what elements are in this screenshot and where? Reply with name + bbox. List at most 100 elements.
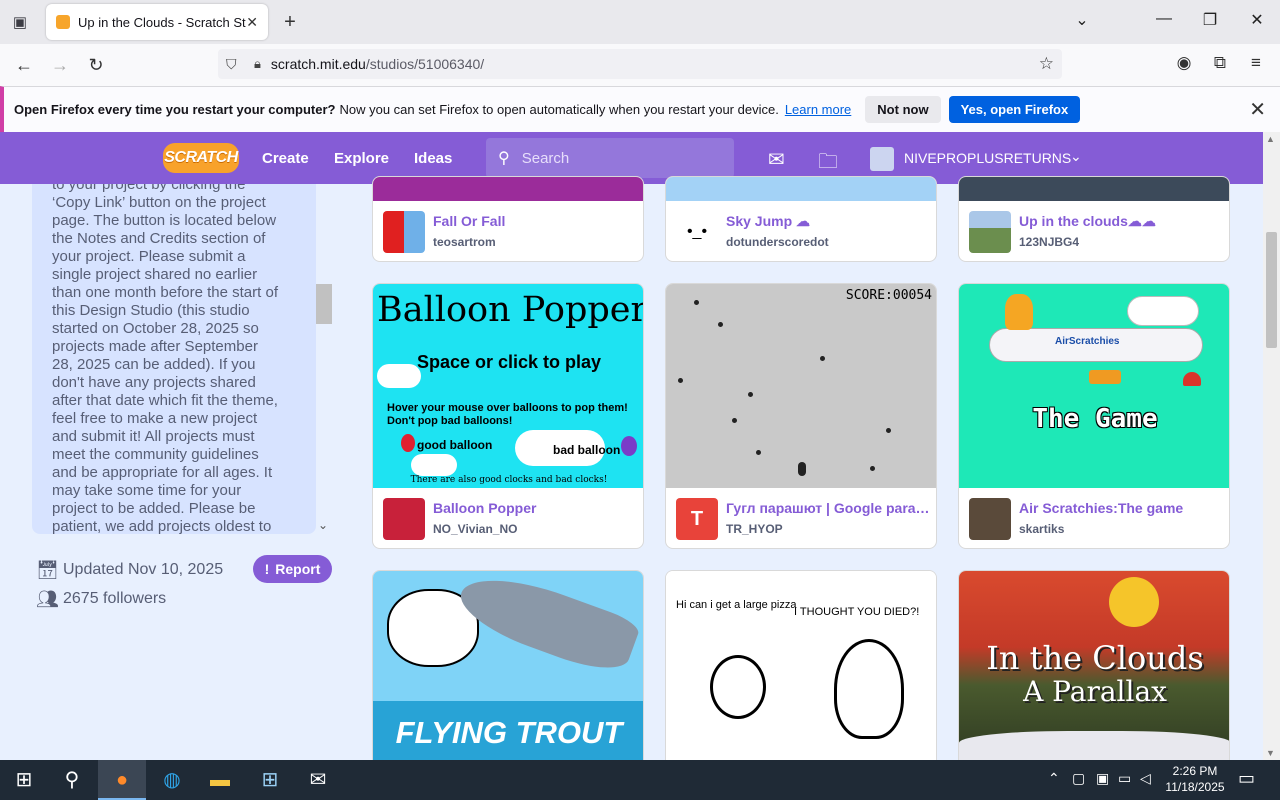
project-author[interactable]: 123NJBG4 xyxy=(1019,235,1079,249)
url-bar[interactable]: ⛉ 🔒︎ scratch.mit.edu/studios/51006340/ ☆ xyxy=(218,49,1062,79)
forward-icon[interactable]: → xyxy=(48,53,72,77)
username[interactable]: NIVEPROPLUSRETURNS xyxy=(904,150,1071,166)
tab-close-icon[interactable]: ✕ xyxy=(246,14,258,31)
project-thumbnail[interactable] xyxy=(373,177,643,201)
back-icon[interactable]: ← xyxy=(12,53,36,77)
project-title[interactable]: Up in the clouds☁☁ xyxy=(1019,213,1224,230)
project-author[interactable]: dotunderscoredot xyxy=(726,235,829,249)
project-thumbnail[interactable]: Balloon Popper! Space or click to play H… xyxy=(373,284,643,488)
scroll-up-icon[interactable]: ▲ xyxy=(1266,134,1275,144)
project-creator-avatar[interactable] xyxy=(383,498,425,540)
project-creator-avatar[interactable]: T xyxy=(676,498,718,540)
notification-close-icon[interactable]: ✕ xyxy=(1249,97,1266,122)
new-tab-icon[interactable]: + xyxy=(280,10,300,34)
scratch-logo[interactable]: SCRATCH xyxy=(163,143,239,173)
project-creator-avatar[interactable] xyxy=(969,498,1011,540)
chevron-down-icon[interactable]: ⌄ xyxy=(1070,148,1082,165)
clock-date: 11/18/2025 xyxy=(1165,780,1225,794)
project-thumbnail[interactable]: Hi can i get a large pizza I THOUGHT YOU… xyxy=(666,571,936,760)
window-close-icon[interactable]: ✕ xyxy=(1246,10,1268,30)
particle-dot xyxy=(748,392,753,397)
project-card[interactable]: Balloon Popper! Space or click to play H… xyxy=(372,283,644,549)
project-thumbnail[interactable] xyxy=(666,177,936,201)
yes-open-firefox-button[interactable]: Yes, open Firefox xyxy=(948,96,1081,123)
edge-icon[interactable]: ◍ xyxy=(160,768,184,792)
menu-icon[interactable]: ≡ xyxy=(1245,53,1267,73)
shield-icon[interactable]: ⛉ xyxy=(226,56,242,73)
project-thumbnail[interactable]: SCORE:00054 xyxy=(666,284,936,488)
description-scrollbar[interactable]: ⌄ xyxy=(316,184,332,534)
not-now-button[interactable]: Not now xyxy=(865,96,941,123)
security-icon[interactable]: ▣ xyxy=(1096,770,1109,787)
project-thumbnail[interactable] xyxy=(959,177,1229,201)
scroll-down-icon[interactable]: ▼ xyxy=(1266,748,1275,758)
notification-bar: Open Firefox every time you restart your… xyxy=(0,86,1280,132)
account-icon[interactable]: ◉ xyxy=(1173,53,1195,73)
tab-dropdown-icon[interactable]: ⌄ xyxy=(1071,10,1093,30)
volume-icon[interactable]: ◁ xyxy=(1140,770,1151,787)
taskbar-clock[interactable]: 2:26 PM 11/18/2025 xyxy=(1160,763,1230,795)
project-info: Balloon Popper NO_Vivian_NO xyxy=(373,488,643,548)
project-info: Fall Or Fall teosartrom xyxy=(373,201,643,261)
project-title[interactable]: Balloon Popper xyxy=(433,500,638,516)
project-card[interactable]: In the Clouds A Parallax xyxy=(958,570,1230,760)
chevron-up-icon[interactable]: ⌃ xyxy=(1048,770,1060,787)
project-card[interactable]: SCORE:00054 T Гугл парашют | Google para… xyxy=(665,283,937,549)
project-creator-avatar[interactable]: •_• xyxy=(676,211,718,253)
network-icon[interactable]: ▭ xyxy=(1118,770,1131,787)
project-author[interactable]: teosartrom xyxy=(433,235,496,249)
project-card[interactable]: Fall Or Fall teosartrom xyxy=(372,176,644,262)
report-button[interactable]: ! Report xyxy=(253,555,332,583)
avatar[interactable] xyxy=(870,147,894,171)
chevron-down-icon[interactable]: ⌄ xyxy=(318,518,328,532)
project-title[interactable]: Air Scratchies:The game xyxy=(1019,500,1224,516)
project-card[interactable]: Hi can i get a large pizza I THOUGHT YOU… xyxy=(665,570,937,760)
project-thumbnail[interactable]: AirScratchies The Game xyxy=(959,284,1229,488)
url-text[interactable]: scratch.mit.edu/studios/51006340/ xyxy=(271,56,484,72)
nav-explore[interactable]: Explore xyxy=(334,150,389,167)
project-card[interactable]: •_• Sky Jump ☁ dotunderscoredot xyxy=(665,176,937,262)
mail-icon[interactable]: ✉ xyxy=(306,768,330,792)
project-card[interactable]: FLYING TROUT xyxy=(372,570,644,760)
minimize-icon[interactable]: — xyxy=(1153,10,1175,28)
project-creator-avatar[interactable] xyxy=(969,211,1011,253)
project-title[interactable]: Гугл парашют | Google parachute xyxy=(726,500,931,516)
notifications-icon[interactable]: ▭ xyxy=(1238,768,1255,789)
project-card[interactable]: Up in the clouds☁☁ 123NJBG4 xyxy=(958,176,1230,262)
project-title[interactable]: Fall Or Fall xyxy=(433,213,638,229)
project-title[interactable]: Sky Jump ☁ xyxy=(726,213,931,230)
character-head xyxy=(834,639,904,739)
project-author[interactable]: TR_HYOP xyxy=(726,522,783,536)
store-icon[interactable]: ⊞ xyxy=(258,768,282,792)
firefox-icon[interactable]: ● xyxy=(110,768,134,792)
extensions-icon[interactable]: ⧉ xyxy=(1209,53,1231,73)
clock-time: 2:26 PM xyxy=(1172,764,1218,778)
thumbnail-footer: There are also good clocks and bad clock… xyxy=(410,475,608,485)
project-author[interactable]: NO_Vivian_NO xyxy=(433,522,517,536)
project-thumbnail[interactable]: In the Clouds A Parallax xyxy=(959,571,1229,760)
nav-create[interactable]: Create xyxy=(262,150,309,167)
lock-icon[interactable]: 🔒︎ xyxy=(254,56,261,72)
particle-dot xyxy=(694,300,699,305)
tab-list-icon[interactable]: ▣ xyxy=(8,10,32,34)
project-card[interactable]: AirScratchies The Game Air Scratchies:Th… xyxy=(958,283,1230,549)
project-creator-avatar[interactable] xyxy=(383,211,425,253)
tray-app-icon[interactable]: ▢ xyxy=(1072,770,1085,787)
reload-icon[interactable]: ↻ xyxy=(84,53,108,77)
learn-more-link[interactable]: Learn more xyxy=(785,102,851,117)
nav-ideas[interactable]: Ideas xyxy=(414,150,452,167)
restore-icon[interactable]: ❐ xyxy=(1199,10,1221,30)
windows-start-icon[interactable]: ⊞ xyxy=(12,768,36,792)
page-scrollbar-thumb[interactable] xyxy=(1266,232,1277,348)
description-scrollbar-thumb[interactable] xyxy=(316,284,332,324)
scratch-favicon-icon xyxy=(56,15,70,29)
bookmark-star-icon[interactable]: ☆ xyxy=(1039,54,1054,74)
search-icon[interactable]: ⚲ xyxy=(60,768,84,792)
project-thumbnail[interactable]: FLYING TROUT xyxy=(373,571,643,760)
browser-tab[interactable]: Up in the Clouds - Scratch Studi ✕ xyxy=(46,4,268,40)
page-scrollbar[interactable]: ▲ ▼ xyxy=(1263,132,1280,760)
search-input[interactable]: ⚲ Search xyxy=(486,138,734,178)
file-explorer-icon[interactable]: ▬ xyxy=(208,768,232,792)
project-author[interactable]: skartiks xyxy=(1019,522,1064,536)
messages-icon[interactable]: ✉ xyxy=(768,147,785,172)
